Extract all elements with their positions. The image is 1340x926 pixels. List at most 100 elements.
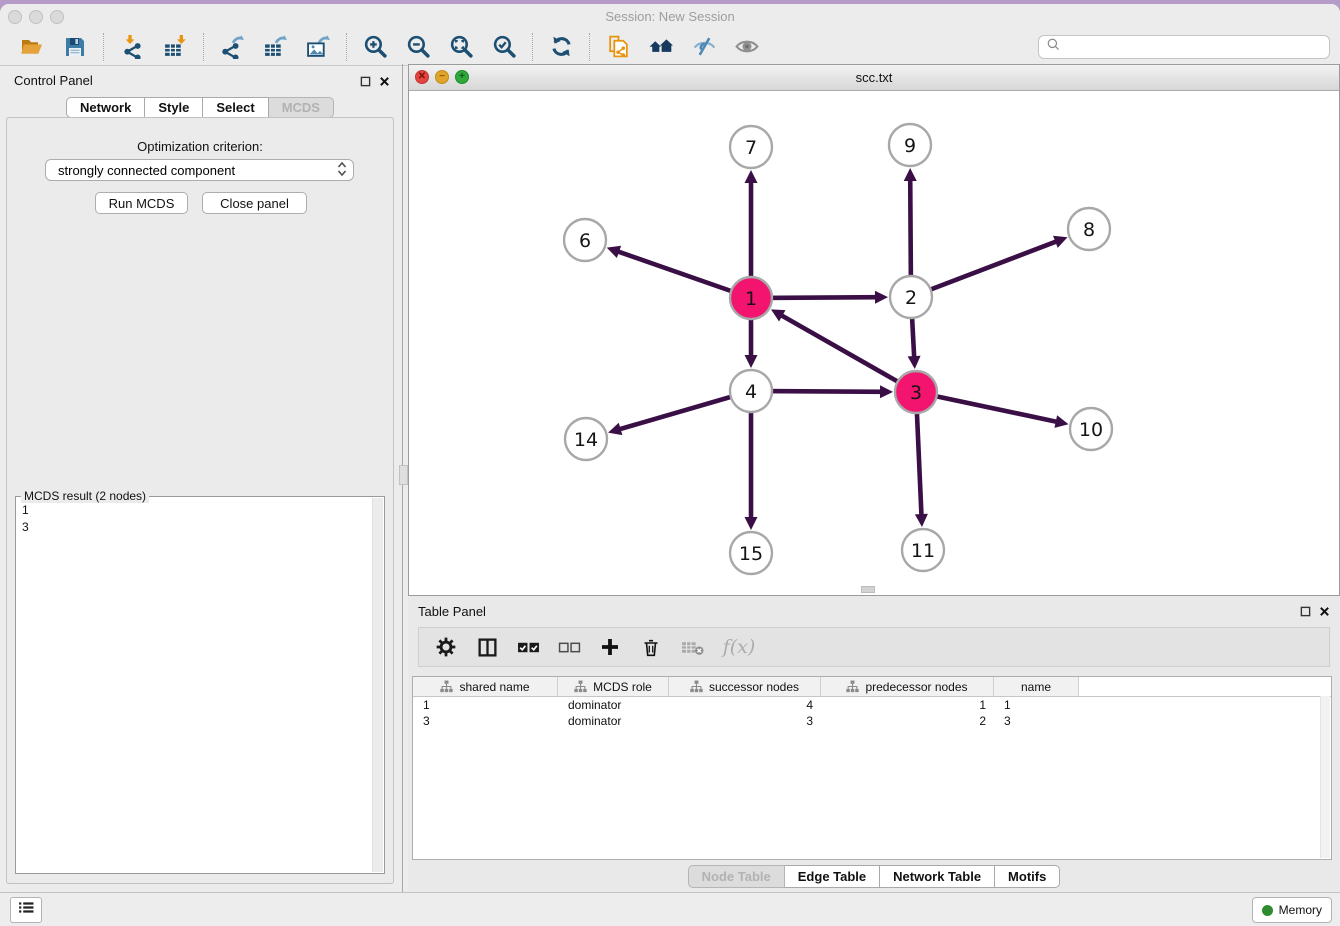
- graph-node-8[interactable]: 8: [1068, 208, 1110, 250]
- table-cell: 1: [413, 698, 558, 712]
- svg-text:14: 14: [574, 429, 598, 451]
- function-fx-icon: f(x): [721, 635, 757, 659]
- edge-arrowhead-icon: [745, 355, 758, 368]
- mcds-result-item: 1: [22, 502, 366, 519]
- network-minimize-icon[interactable]: −: [435, 70, 449, 84]
- import-table-icon[interactable]: [161, 33, 189, 61]
- tab-node-table[interactable]: Node Table: [688, 865, 785, 888]
- graph-node-6[interactable]: 6: [564, 219, 606, 261]
- column-header-label: MCDS role: [593, 680, 652, 694]
- graph-edge-3-1[interactable]: [778, 313, 916, 392]
- table-scrollbar[interactable]: [1320, 696, 1330, 858]
- open-network-file-icon[interactable]: [604, 33, 632, 61]
- memory-button[interactable]: Memory: [1252, 897, 1332, 923]
- network-scroll-grip[interactable]: [861, 586, 875, 593]
- tab-network[interactable]: Network: [66, 97, 145, 118]
- table-cell: dominator: [558, 714, 669, 728]
- select-all-columns-icon[interactable]: [516, 635, 540, 659]
- zoom-in-icon[interactable]: [361, 33, 389, 61]
- toolbar-group: [347, 33, 532, 61]
- graph-node-10[interactable]: 10: [1070, 408, 1112, 450]
- network-close-icon[interactable]: ✕: [415, 70, 429, 84]
- edge-arrowhead-icon: [745, 517, 758, 530]
- table-row[interactable]: 3dominator323: [413, 713, 1331, 729]
- graph-node-4[interactable]: 4: [730, 370, 772, 412]
- tab-style[interactable]: Style: [145, 97, 203, 118]
- graph-edge-2-8[interactable]: [911, 240, 1060, 297]
- refresh-layout-icon[interactable]: [547, 33, 575, 61]
- toolbar-group: [533, 33, 589, 61]
- table-panel-close-icon[interactable]: [1318, 605, 1331, 618]
- zoom-fit-icon[interactable]: [447, 33, 475, 61]
- task-history-button[interactable]: [10, 897, 42, 923]
- export-network-icon[interactable]: [218, 33, 246, 61]
- zoom-out-icon[interactable]: [404, 33, 432, 61]
- table-panel-float-icon[interactable]: [1299, 605, 1312, 618]
- app-titlebar: Session: New Session: [0, 4, 1340, 28]
- close-panel-button[interactable]: Close panel: [202, 192, 307, 214]
- table-cell: 3: [669, 714, 821, 728]
- result-scrollbar[interactable]: [372, 498, 383, 872]
- dropdown-stepper-icon: [337, 161, 347, 180]
- control-panel-close-icon[interactable]: [378, 75, 391, 88]
- delete-row-icon[interactable]: [639, 635, 663, 659]
- node-table: shared name MCDS role successor nodesprede…: [412, 676, 1332, 860]
- tab-mcds[interactable]: MCDS: [269, 97, 334, 118]
- svg-text:11: 11: [911, 540, 935, 562]
- control-panel-float-icon[interactable]: [359, 75, 372, 88]
- column-header-shared-name[interactable]: shared name: [413, 677, 558, 696]
- optimization-criterion-label: Optimization criterion:: [7, 139, 393, 154]
- table-settings-gear-icon[interactable]: [434, 635, 458, 659]
- tab-motifs[interactable]: Motifs: [995, 865, 1060, 888]
- graph-node-1[interactable]: 1: [730, 277, 772, 319]
- search-box[interactable]: [1038, 35, 1330, 59]
- tab-edge-table[interactable]: Edge Table: [785, 865, 880, 888]
- graph-node-7[interactable]: 7: [730, 126, 772, 168]
- column-sort-icon: [690, 680, 703, 693]
- search-input[interactable]: [1066, 39, 1329, 56]
- network-window-titlebar[interactable]: ✕ − + scc.txt: [409, 65, 1339, 91]
- run-mcds-button[interactable]: Run MCDS: [95, 192, 188, 214]
- optimization-criterion-dropdown[interactable]: strongly connected component: [45, 159, 354, 181]
- table-cell: 1: [994, 698, 1079, 712]
- network-canvas[interactable]: 7 9 6 8 1 2 4 3 14 10 15 11: [409, 90, 1339, 595]
- graph-node-11[interactable]: 11: [902, 529, 944, 571]
- edge-arrowhead-icon: [1054, 415, 1068, 428]
- split-columns-icon[interactable]: [475, 635, 499, 659]
- add-row-icon[interactable]: [598, 635, 622, 659]
- table-cell: 1: [821, 698, 994, 712]
- edge-arrowhead-icon: [880, 385, 893, 398]
- mcds-result-box: MCDS result (2 nodes) 1 3: [15, 496, 385, 874]
- export-image-icon[interactable]: [304, 33, 332, 61]
- edge-arrowhead-icon: [875, 291, 888, 304]
- graph-node-14[interactable]: 14: [565, 418, 607, 460]
- hide-eye-icon[interactable]: [690, 33, 718, 61]
- deselect-all-columns-icon[interactable]: [557, 635, 581, 659]
- column-header-predecessor-nodes[interactable]: predecessor nodes: [821, 677, 994, 696]
- save-icon[interactable]: [61, 33, 89, 61]
- column-header-name[interactable]: name: [994, 677, 1079, 696]
- table-row[interactable]: 1dominator411: [413, 697, 1331, 713]
- graph-node-2[interactable]: 2: [890, 276, 932, 318]
- column-header-MCDS-role[interactable]: MCDS role: [558, 677, 669, 696]
- network-maximize-icon[interactable]: +: [455, 70, 469, 84]
- open-folder-icon[interactable]: [18, 33, 46, 61]
- column-header-successor-nodes[interactable]: successor nodes: [669, 677, 821, 696]
- dropdown-value: strongly connected component: [58, 163, 235, 178]
- panel-splitter-grip[interactable]: [399, 465, 408, 485]
- import-network-icon[interactable]: [118, 33, 146, 61]
- zoom-selected-icon[interactable]: [490, 33, 518, 61]
- show-eye-icon[interactable]: [733, 33, 761, 61]
- tab-select[interactable]: Select: [203, 97, 268, 118]
- graph-node-3[interactable]: 3: [895, 371, 937, 413]
- application-window: Session: New Session Control Panel Netwo…: [0, 4, 1340, 926]
- graph-node-15[interactable]: 15: [730, 532, 772, 574]
- home-network-icon[interactable]: [647, 33, 675, 61]
- graph-node-9[interactable]: 9: [889, 124, 931, 166]
- list-icon: [18, 901, 35, 919]
- svg-text:7: 7: [745, 137, 757, 159]
- export-table-icon[interactable]: [261, 33, 289, 61]
- table-header-row: shared name MCDS role successor nodesprede…: [413, 677, 1331, 697]
- tab-network-table[interactable]: Network Table: [880, 865, 995, 888]
- column-header-label: name: [1021, 680, 1051, 694]
